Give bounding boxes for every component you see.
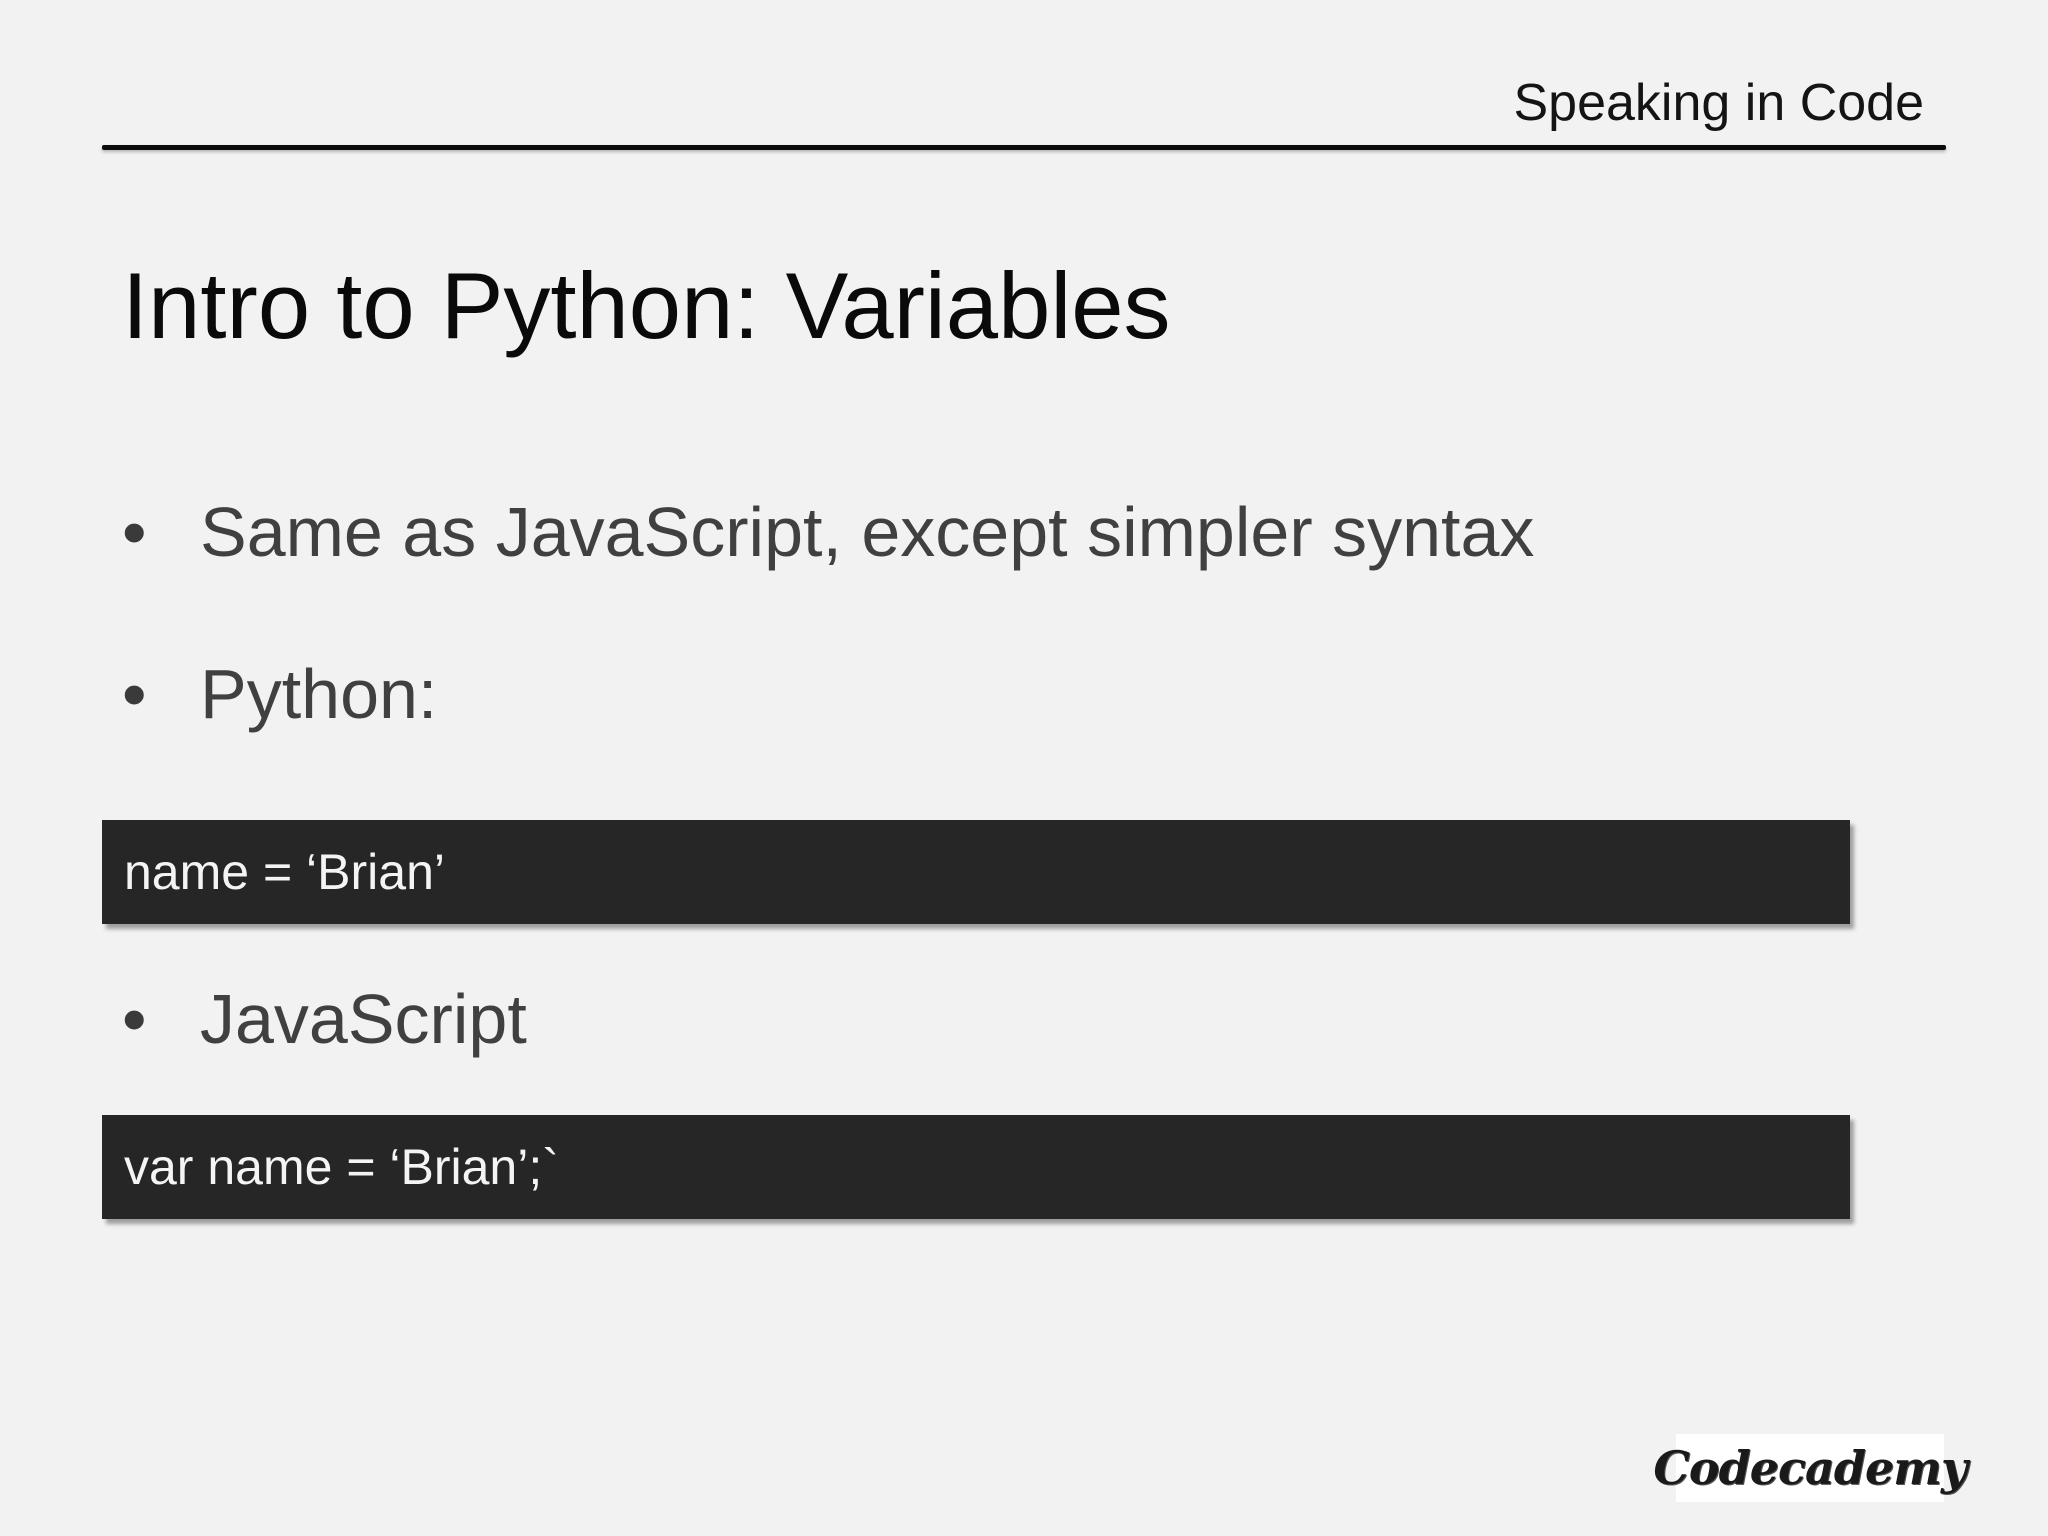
codecademy-logo: Codecademy (1653, 1434, 1968, 1502)
bullet-item: • JavaScript (122, 977, 527, 1061)
bullet-marker: • (122, 980, 147, 1058)
bullet-text: JavaScript (200, 980, 527, 1058)
code-text: var name = ‘Brian’;` (124, 1139, 559, 1195)
bullet-marker: • (122, 493, 147, 571)
bullet-text: Same as JavaScript, except simpler synta… (200, 493, 1535, 571)
bullet-text: Python: (200, 655, 438, 733)
header-title: Speaking in Code (1513, 74, 1924, 132)
code-block-python: name = ‘Brian’ (102, 820, 1850, 924)
code-block-javascript: var name = ‘Brian’;` (102, 1115, 1850, 1219)
logo-text: Codecademy (1653, 1441, 1967, 1495)
slide-title: Intro to Python: Variables (122, 253, 1171, 358)
code-text: name = ‘Brian’ (124, 844, 445, 900)
bullet-marker: • (122, 655, 147, 733)
bullet-item: • Python: (122, 652, 437, 736)
bullet-item: • Same as JavaScript, except simpler synt… (122, 490, 1534, 574)
header-divider (102, 145, 1946, 150)
